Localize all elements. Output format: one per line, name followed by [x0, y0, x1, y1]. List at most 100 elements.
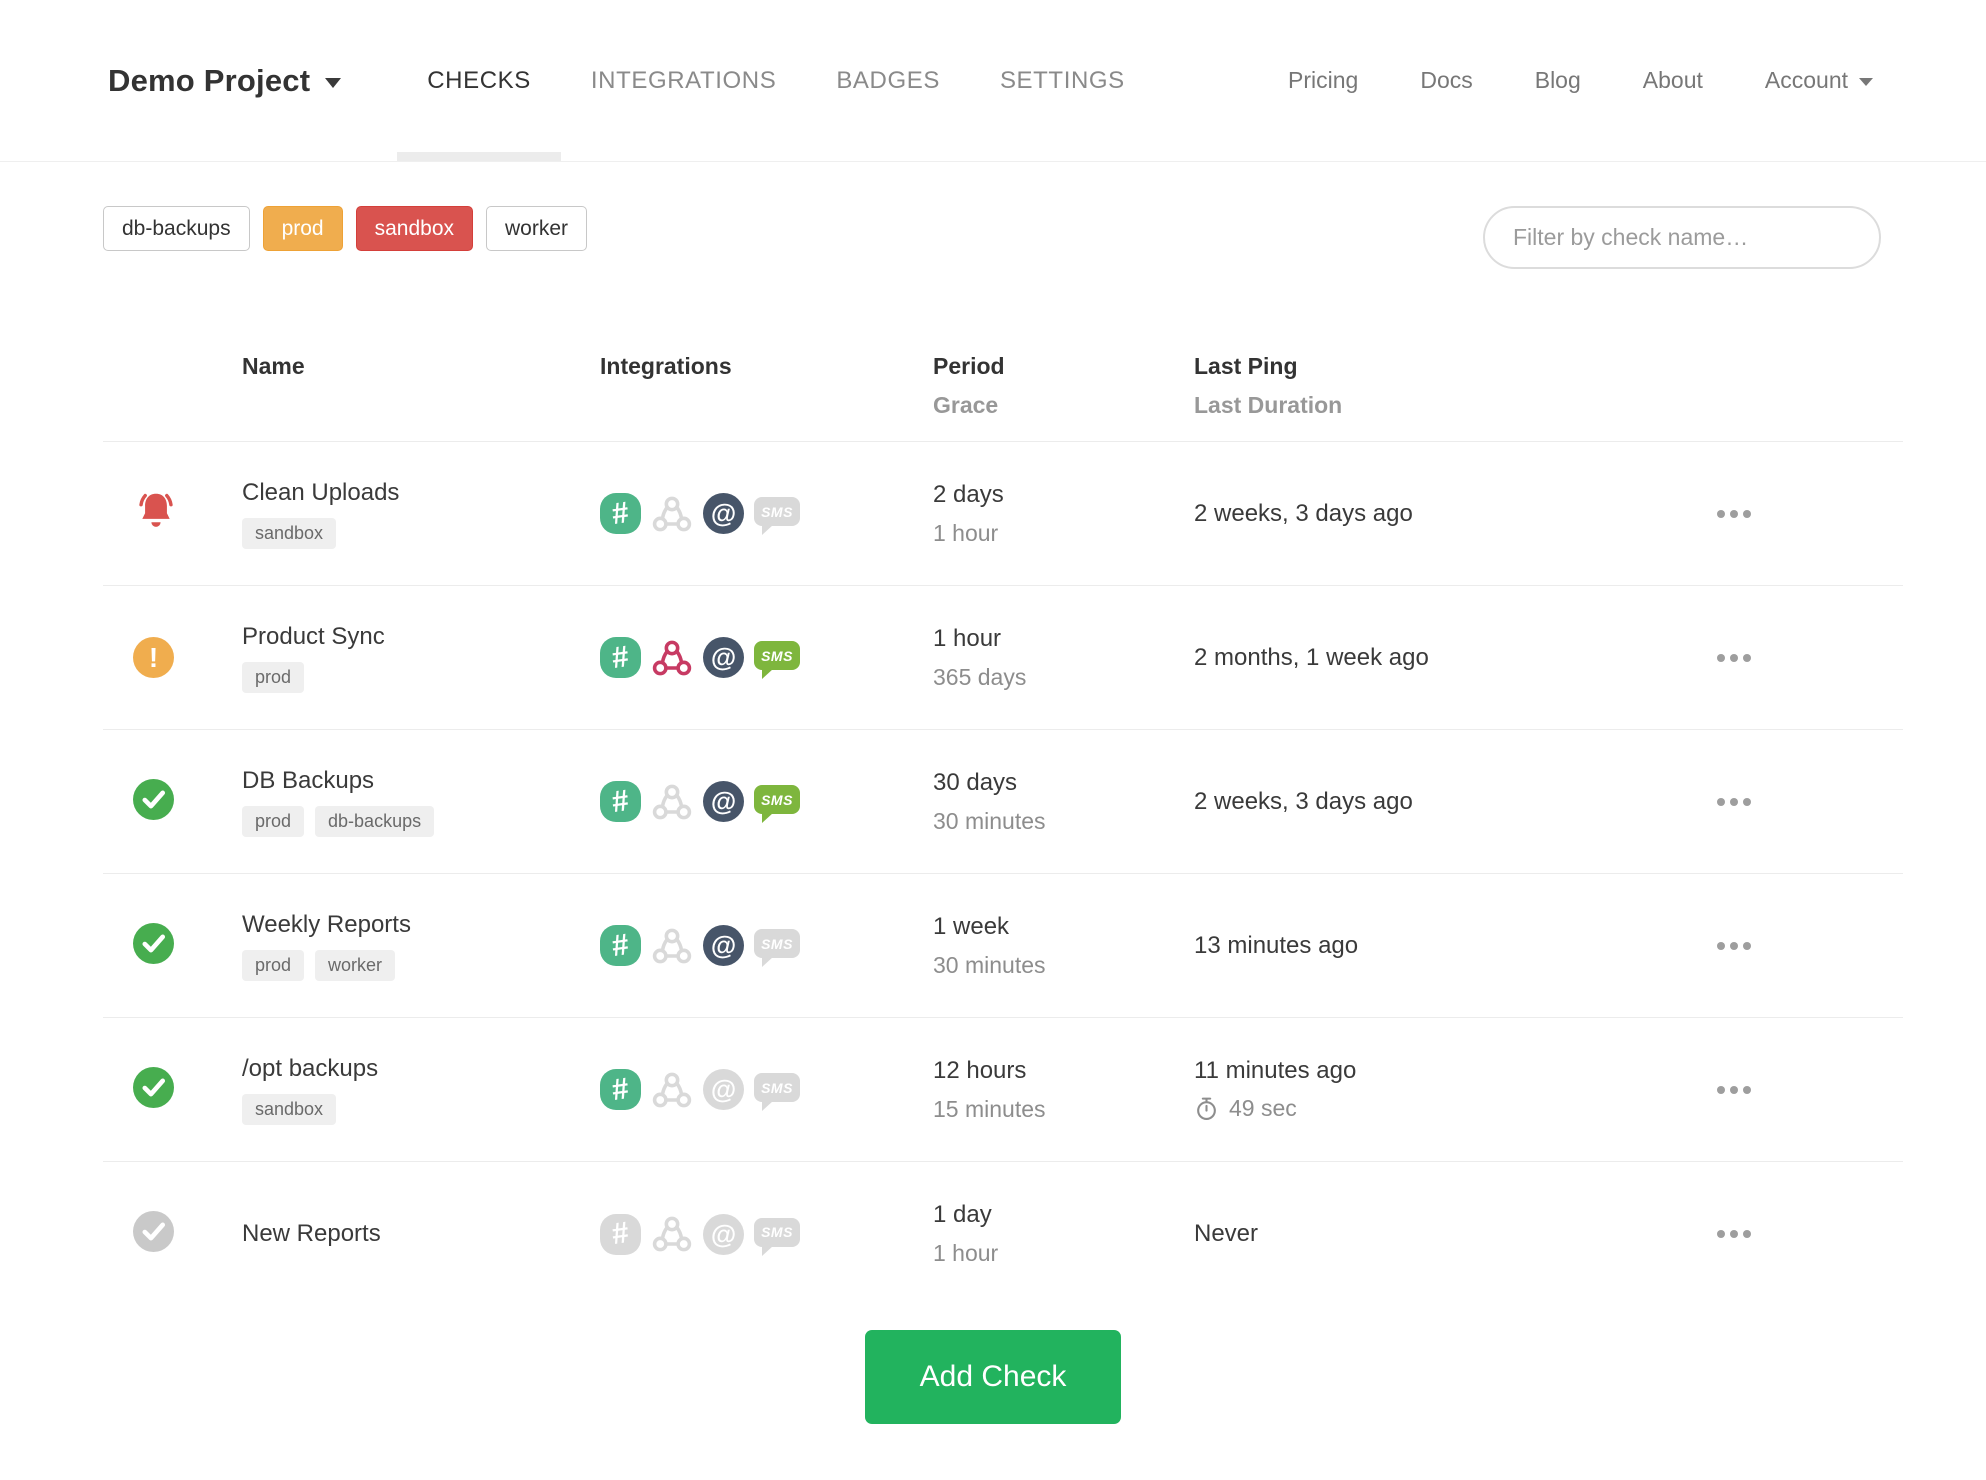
webhook-icon	[651, 781, 693, 823]
sms-icon: SMS	[754, 785, 800, 823]
check-name[interactable]: Product Sync	[242, 623, 600, 651]
check-name[interactable]: Weekly Reports	[242, 911, 600, 939]
check-row: /opt backups sandbox # @ SMS 12 hours 15…	[103, 1018, 1903, 1162]
check-name-filter-input[interactable]	[1483, 206, 1881, 269]
last-duration: 49 sec	[1194, 1095, 1654, 1122]
header-name: Name	[242, 353, 305, 379]
slack-icon: #	[600, 1069, 641, 1110]
check-icon	[133, 1211, 174, 1252]
account-menu[interactable]: Account	[1734, 67, 1904, 94]
period-value: 1 week	[933, 912, 1010, 940]
check-tag: sandbox	[242, 517, 337, 549]
email-icon: @	[703, 493, 744, 534]
webhook-icon	[651, 493, 693, 535]
check-tags: prod worker	[242, 949, 600, 981]
grace-value: 15 minutes	[933, 1095, 1046, 1122]
last-ping-value: 2 weeks, 3 days ago	[1194, 787, 1413, 815]
email-icon: @	[703, 781, 744, 822]
slack-icon: #	[600, 781, 641, 822]
email-icon: @	[703, 925, 744, 966]
email-icon: @	[703, 1213, 744, 1255]
nav-link-pricing[interactable]: Pricing	[1257, 67, 1389, 94]
check-tag: prod	[242, 661, 305, 693]
sms-icon: SMS	[754, 929, 800, 967]
tag-filter-worker[interactable]: worker	[486, 206, 588, 251]
last-ping-value: Never	[1194, 1220, 1259, 1247]
period-value: 30 days	[933, 768, 1018, 796]
last-duration-value: 49 sec	[1229, 1095, 1297, 1121]
tag-filter-db-backups[interactable]: db-backups	[103, 206, 250, 251]
period-value: 12 hours	[933, 1056, 1027, 1084]
checks-table: Name Integrations Period Grace Last Ping…	[103, 353, 1903, 1306]
period-value: 1 day	[933, 1201, 992, 1228]
grace-value: 1 hour	[933, 1240, 999, 1266]
header-integrations: Integrations	[600, 353, 732, 379]
sms-icon: SMS	[754, 1217, 800, 1256]
period-value: 2 days	[933, 480, 1004, 508]
tab-checks[interactable]: CHECKS	[397, 0, 561, 161]
add-check-area: Add Check	[0, 1330, 1986, 1424]
header-period: Period	[933, 353, 1005, 379]
check-tags: sandbox	[242, 1093, 600, 1125]
row-menu-button[interactable]	[1711, 788, 1757, 816]
header-last-duration: Last Duration	[1194, 392, 1343, 418]
sms-icon: SMS	[754, 641, 800, 679]
check-name[interactable]: Clean Uploads	[242, 479, 600, 507]
bell-icon	[139, 493, 173, 527]
grace-value: 365 days	[933, 663, 1027, 690]
check-name[interactable]: DB Backups	[242, 767, 600, 795]
stopwatch-icon	[1197, 1097, 1216, 1120]
tab-badges[interactable]: BADGES	[806, 0, 970, 161]
tag-filter-sandbox[interactable]: sandbox	[355, 206, 474, 251]
exclamation-icon: !	[133, 637, 174, 678]
check-tags: sandbox	[242, 517, 600, 549]
check-icon	[133, 922, 174, 964]
tag-filter-prod[interactable]: prod	[262, 206, 343, 251]
check-tags: prod db-backups	[242, 805, 600, 837]
grace-value: 30 minutes	[933, 951, 1046, 978]
sms-icon: SMS	[754, 1073, 800, 1111]
email-icon: @	[703, 637, 744, 678]
check-row: ! Product Sync prod # @ SMS 1 hour 365 d…	[103, 586, 1903, 730]
row-menu-button[interactable]	[1711, 500, 1757, 528]
check-tags: prod	[242, 661, 600, 693]
nav-link-about[interactable]: About	[1612, 67, 1734, 94]
chevron-down-icon	[325, 77, 342, 88]
grace-value: 1 hour	[933, 519, 999, 546]
project-switcher[interactable]: Demo Project	[108, 63, 342, 99]
webhook-icon	[651, 1069, 693, 1111]
nav-links: Pricing Docs Blog About Account	[1257, 67, 1986, 94]
last-ping-value: 2 months, 1 week ago	[1194, 643, 1429, 671]
chevron-down-icon	[1859, 78, 1873, 86]
row-menu-button[interactable]	[1711, 1220, 1757, 1248]
slack-icon: #	[600, 1213, 641, 1255]
nav-tabs: CHECKS INTEGRATIONS BADGES SETTINGS	[397, 0, 1155, 161]
check-icon	[133, 1066, 174, 1108]
row-menu-button[interactable]	[1711, 644, 1757, 672]
tag-filter-group: db-backups prod sandbox worker	[103, 206, 588, 251]
slack-icon: #	[600, 493, 641, 534]
email-icon: @	[703, 1069, 744, 1110]
tab-integrations[interactable]: INTEGRATIONS	[561, 0, 806, 161]
header-last-ping: Last Ping	[1194, 353, 1298, 379]
last-ping-value: 13 minutes ago	[1194, 931, 1359, 959]
webhook-icon	[651, 1213, 693, 1255]
row-menu-button[interactable]	[1711, 932, 1757, 960]
check-tag: db-backups	[315, 805, 435, 837]
grace-value: 30 minutes	[933, 807, 1046, 834]
webhook-icon	[651, 925, 693, 967]
check-name[interactable]: /opt backups	[242, 1055, 600, 1083]
check-tag: sandbox	[242, 1093, 337, 1125]
check-name[interactable]: New Reports	[242, 1220, 600, 1248]
add-check-button[interactable]: Add Check	[864, 1330, 1122, 1424]
period-value: 1 hour	[933, 624, 1002, 652]
filter-toolbar: db-backups prod sandbox worker	[103, 206, 1881, 269]
check-icon	[133, 778, 174, 820]
header-grace: Grace	[933, 392, 999, 418]
tab-settings[interactable]: SETTINGS	[970, 0, 1155, 161]
row-menu-button[interactable]	[1711, 1076, 1757, 1104]
last-ping-value: 2 weeks, 3 days ago	[1194, 499, 1413, 527]
nav-link-docs[interactable]: Docs	[1389, 67, 1503, 94]
check-row: New Reports # @ SMS 1 day 1 hour Never	[103, 1162, 1903, 1306]
nav-link-blog[interactable]: Blog	[1504, 67, 1612, 94]
